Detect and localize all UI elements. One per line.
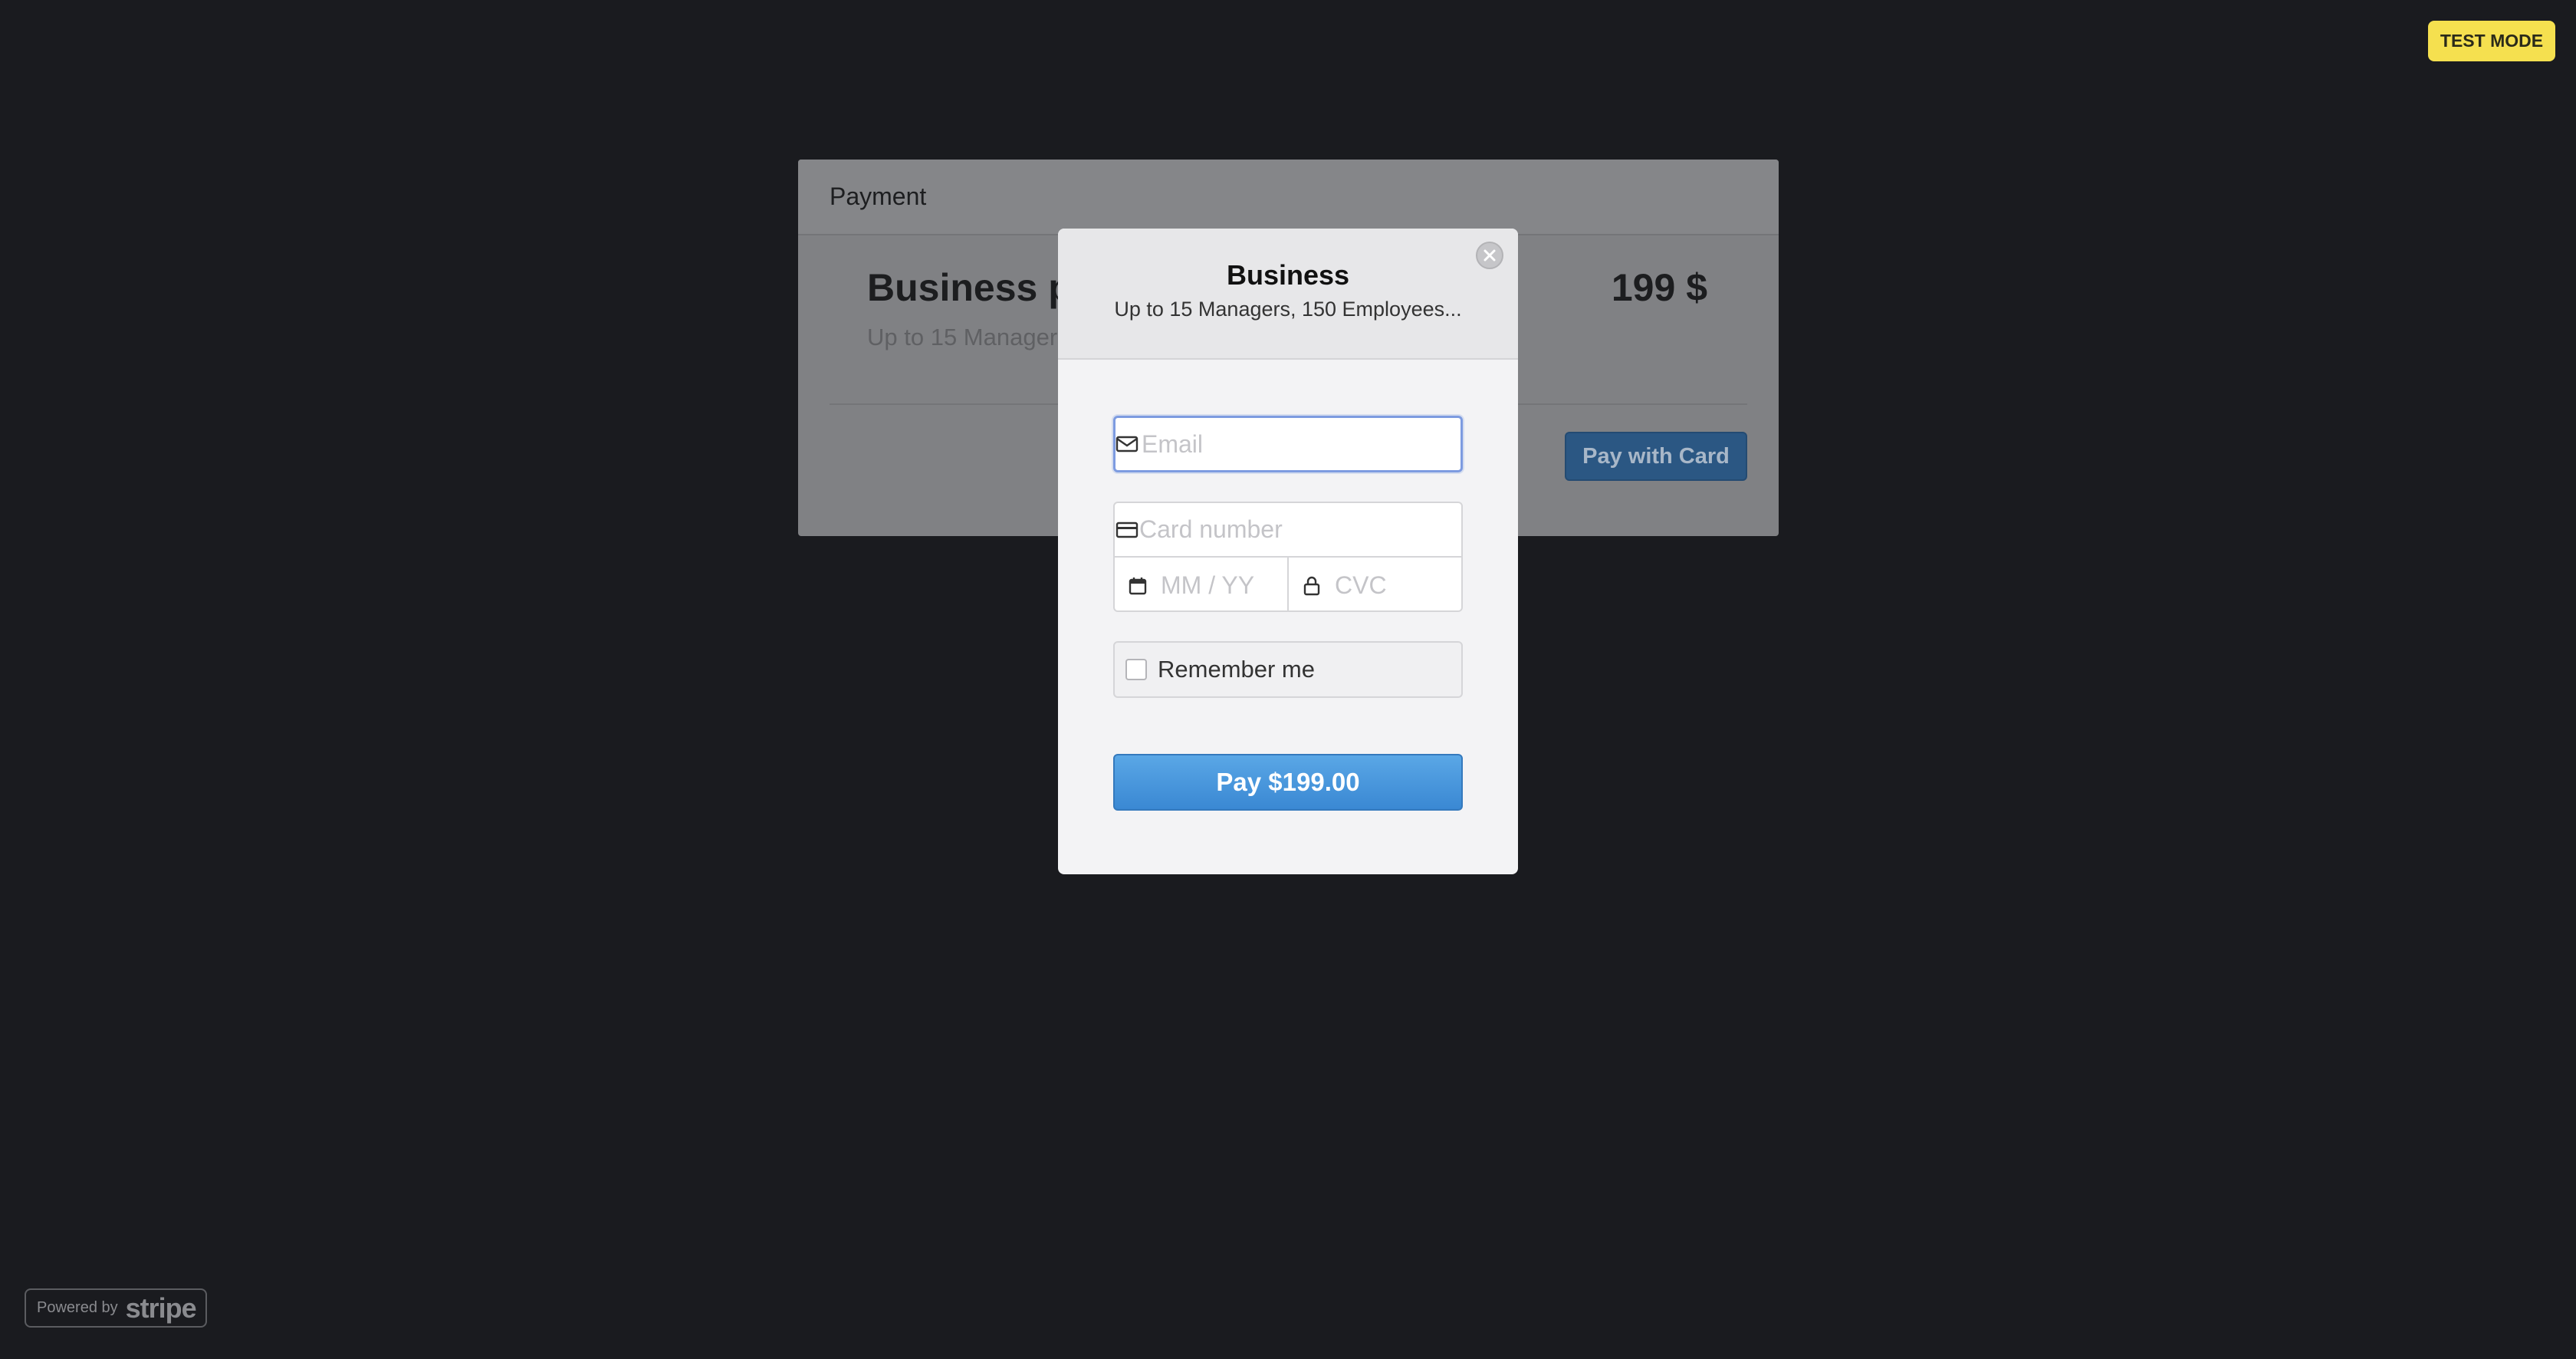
powered-by-stripe-link[interactable]: Powered by stripe (25, 1288, 207, 1328)
pay-button[interactable]: Pay $199.00 (1113, 754, 1463, 811)
plan-price: 199 $ (1611, 266, 1707, 309)
remember-me-label: Remember me (1158, 656, 1315, 683)
plan-name: Business p (867, 266, 1072, 309)
card-number-input[interactable] (1139, 503, 1461, 556)
credit-card-icon (1115, 521, 1139, 539)
checkout-modal: Business Up to 15 Managers, 150 Employee… (1058, 229, 1518, 874)
page: Payment Business p Up to 15 Managers 199… (0, 0, 2576, 1359)
powered-by-label: Powered by (37, 1299, 118, 1316)
envelope-icon (1116, 435, 1138, 453)
plan-description: Up to 15 Managers (867, 324, 1070, 350)
card-number-field[interactable] (1115, 503, 1461, 558)
test-mode-badge: TEST MODE (2428, 21, 2555, 61)
close-button[interactable] (1476, 242, 1503, 269)
calendar-icon (1115, 576, 1161, 596)
expiry-field[interactable] (1115, 558, 1289, 610)
email-field[interactable] (1113, 416, 1464, 472)
stripe-logo: stripe (125, 1292, 197, 1324)
lock-icon (1289, 575, 1335, 597)
checkout-header: Business Up to 15 Managers, 150 Employee… (1058, 229, 1518, 360)
checkout-title: Business (1226, 259, 1350, 291)
remember-me-checkbox[interactable] (1125, 659, 1147, 680)
close-icon (1484, 249, 1496, 262)
pay-with-card-button[interactable]: Pay with Card (1565, 432, 1747, 481)
checkout-subtitle: Up to 15 Managers, 150 Employees... (1114, 298, 1462, 321)
cvc-field[interactable] (1289, 558, 1461, 610)
email-input[interactable] (1142, 418, 1464, 470)
remember-me-row[interactable]: Remember me (1113, 641, 1463, 698)
payment-panel-title: Payment (830, 183, 927, 210)
cvc-input[interactable] (1335, 558, 1461, 610)
payment-panel-header: Payment (798, 160, 1779, 235)
card-details-group (1113, 502, 1463, 612)
expiry-input[interactable] (1161, 558, 1287, 610)
